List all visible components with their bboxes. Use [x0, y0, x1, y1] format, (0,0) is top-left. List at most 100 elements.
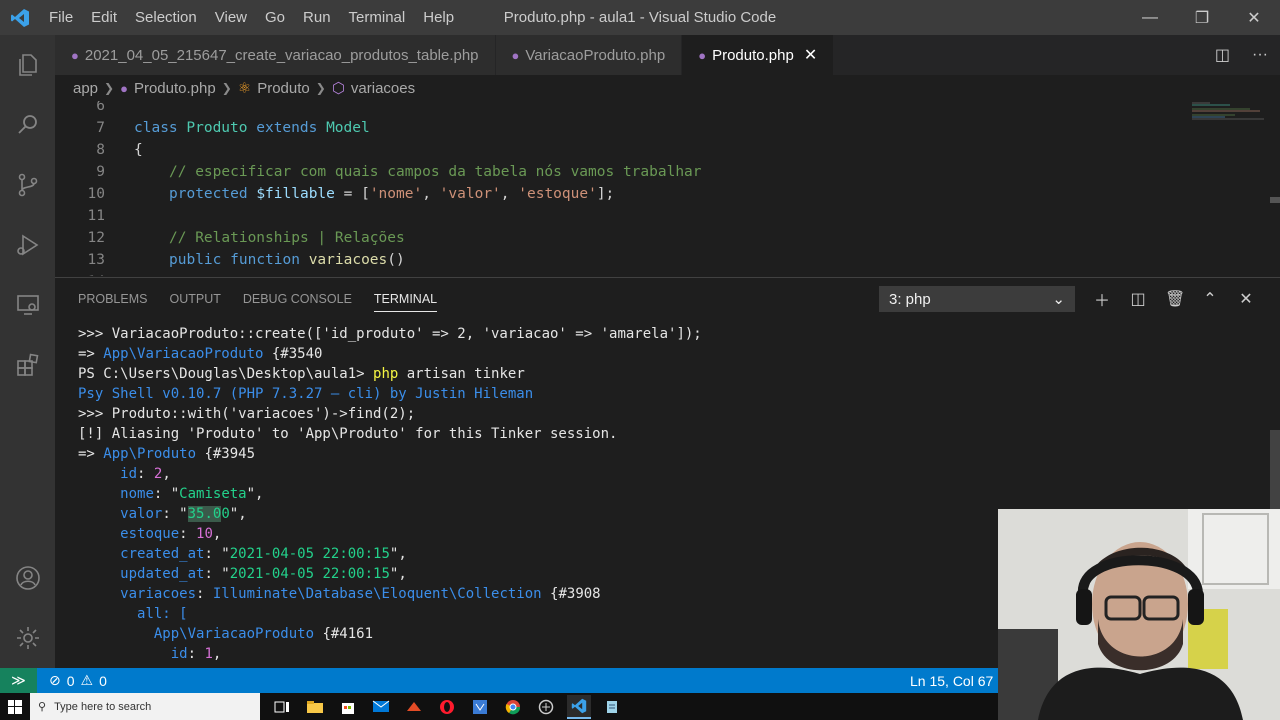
line-number: 12: [87, 230, 105, 246]
breadcrumb-method[interactable]: variacoes: [351, 80, 415, 97]
menu-view[interactable]: View: [206, 9, 256, 26]
terminal-line: updated_at: "2021-04-05 22:00:15",: [120, 566, 407, 582]
source-control-icon[interactable]: [0, 155, 55, 215]
menu-file[interactable]: File: [40, 9, 82, 26]
code-token: $fillable: [256, 186, 335, 202]
tab-produto[interactable]: ● Produto.php ✕: [682, 35, 835, 75]
task-view-icon[interactable]: [270, 695, 294, 719]
tab-problems[interactable]: PROBLEMS: [78, 292, 147, 306]
editor-tabs: ● 2021_04_05_215647_create_variacao_prod…: [55, 35, 1280, 75]
line-number: 6: [96, 101, 105, 114]
restore-button[interactable]: ❐: [1176, 0, 1228, 35]
code-token: class: [134, 120, 178, 136]
minimize-button[interactable]: —: [1124, 0, 1176, 35]
terminal-select[interactable]: 3: php ⌄: [879, 286, 1075, 312]
terminal-line: id: 1,: [170, 646, 222, 662]
terminal-key: updated_at: [120, 566, 205, 582]
terminal-line: created_at: "2021-04-05 22:00:15",: [120, 546, 407, 562]
new-terminal-icon[interactable]: ＋: [1093, 287, 1111, 311]
breadcrumb: app ❯ ● Produto.php ❯ ⚛ Produto ❯ ⬡ vari…: [55, 75, 1280, 101]
trash-icon[interactable]: 🗑: [1165, 289, 1185, 309]
close-tab-icon[interactable]: ✕: [804, 45, 817, 65]
minimap[interactable]: [1190, 101, 1280, 276]
terminal-text: {#3540: [263, 346, 323, 362]
terminal-line: variacoes: Illuminate\Database\Eloquent\…: [120, 586, 601, 602]
extensions-icon[interactable]: [0, 335, 55, 395]
more-actions-icon[interactable]: ···: [1252, 46, 1268, 64]
terminal-line: valor: "35.00",: [120, 506, 247, 522]
menu-go[interactable]: Go: [256, 9, 294, 26]
explorer-icon[interactable]: [0, 35, 55, 95]
code-line: 7 class Produto extends Model: [55, 117, 1185, 139]
chrome-icon[interactable]: [501, 695, 525, 719]
tab-terminal[interactable]: TERMINAL: [373, 292, 438, 312]
terminal-key: variacoes: [120, 586, 197, 602]
terminal-value: Illuminate\Database\Eloquent\Collection: [212, 586, 542, 602]
remote-indicator-icon[interactable]: ≫: [0, 668, 37, 693]
cursor-position[interactable]: Ln 15, Col 67: [910, 673, 993, 689]
menu-edit[interactable]: Edit: [82, 9, 126, 26]
taskbar-search[interactable]: ⚲ Type here to search: [30, 693, 260, 720]
menu-run[interactable]: Run: [294, 9, 340, 26]
app-icon-blue[interactable]: [468, 695, 492, 719]
code-editor[interactable]: 6 7 class Produto extends Model 8 { 9 //…: [55, 101, 1280, 276]
tab-migration[interactable]: ● 2021_04_05_215647_create_variacao_prod…: [55, 35, 496, 75]
window-controls: — ❐ ✕: [1124, 0, 1280, 35]
app-icon-circle[interactable]: [534, 695, 558, 719]
terminal-line: => App\Produto {#3945: [78, 444, 702, 464]
close-window-button[interactable]: ✕: [1228, 0, 1280, 35]
error-count: 0: [66, 672, 75, 689]
close-panel-icon[interactable]: ✕: [1237, 289, 1255, 309]
file-explorer-icon[interactable]: [303, 695, 327, 719]
taskbar-apps: [270, 694, 624, 719]
split-terminal-icon[interactable]: ◫: [1129, 289, 1147, 309]
code-token: protected: [169, 186, 248, 202]
settings-gear-icon[interactable]: [0, 608, 55, 668]
vscode-logo-icon: [0, 8, 40, 28]
app-icon-red[interactable]: [402, 695, 426, 719]
tab-label: VariacaoProduto.php: [525, 46, 666, 64]
terminal-text: =>: [78, 346, 104, 362]
remote-explorer-icon[interactable]: [0, 275, 55, 335]
title-bar: File Edit Selection View Go Run Terminal…: [0, 0, 1280, 35]
chevron-right-icon: ❯: [221, 81, 232, 95]
chevron-down-icon: ⌄: [1052, 291, 1065, 308]
breadcrumb-file[interactable]: Produto.php: [134, 80, 216, 97]
chevron-right-icon: ❯: [315, 81, 326, 95]
code-line: 8 {: [55, 139, 1185, 161]
menu-terminal[interactable]: Terminal: [340, 9, 415, 26]
editor-scrollbar[interactable]: [1270, 197, 1280, 203]
menu-selection[interactable]: Selection: [126, 9, 206, 26]
split-editor-icon[interactable]: ◫: [1215, 45, 1230, 65]
windows-start-icon[interactable]: [0, 699, 30, 714]
maximize-panel-icon[interactable]: ⌃: [1201, 289, 1219, 309]
tab-variacaoproduto[interactable]: ● VariacaoProduto.php: [495, 35, 683, 75]
code-token: Produto: [186, 120, 248, 136]
tab-debug-console[interactable]: DEBUG CONSOLE: [243, 292, 352, 306]
breadcrumb-folder[interactable]: app: [73, 80, 98, 97]
menu-help[interactable]: Help: [414, 9, 463, 26]
terminal-output[interactable]: >>> VariacaoProduto::create(['id_produto…: [78, 324, 702, 664]
problems-indicator[interactable]: ⊘ 0 ⚠ 0: [49, 672, 107, 689]
mail-icon[interactable]: [369, 695, 393, 719]
search-icon[interactable]: [0, 95, 55, 155]
warning-icon: ⚠: [80, 672, 94, 688]
panel-tabs: PROBLEMS OUTPUT DEBUG CONSOLE TERMINAL: [78, 278, 438, 320]
store-icon[interactable]: [336, 695, 360, 719]
accounts-icon[interactable]: [0, 548, 55, 608]
terminal-value: 10: [196, 526, 213, 542]
opera-icon[interactable]: [435, 695, 459, 719]
terminal-text: artisan tinker: [398, 366, 525, 382]
code-token: = [: [334, 186, 370, 202]
vscode-taskbar-icon[interactable]: [567, 694, 591, 719]
run-debug-icon[interactable]: [0, 215, 55, 275]
terminal-prompt: PS C:\Users\Douglas\Desktop\aula1>: [78, 366, 374, 382]
terminal-scrollbar[interactable]: [1270, 430, 1280, 510]
tab-label: Produto.php: [712, 46, 794, 64]
terminal-text: {#3908: [541, 586, 601, 602]
tab-output[interactable]: OUTPUT: [169, 292, 220, 306]
terminal-text: all: [: [137, 606, 188, 622]
breadcrumb-class[interactable]: Produto: [257, 80, 310, 97]
app-icon-notepad[interactable]: [600, 695, 624, 719]
code-token: Model: [326, 120, 370, 136]
